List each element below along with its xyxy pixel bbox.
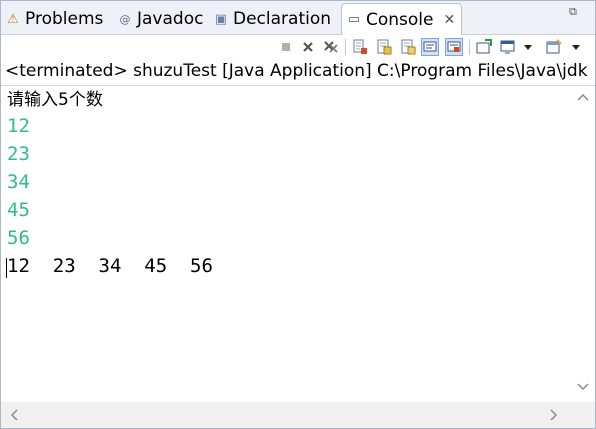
console-icon: ▭	[347, 12, 361, 27]
scroll-right-icon[interactable]	[549, 409, 559, 424]
tab-console[interactable]: ▭ Console ✕	[341, 3, 463, 35]
tab-label: Problems	[25, 9, 104, 29]
open-console-dropdown-icon[interactable]	[567, 38, 585, 56]
tab-javadoc[interactable]: @ Javadoc	[117, 5, 204, 33]
console-input-line: 34	[7, 171, 30, 193]
tab-declaration[interactable]: ▣ Declaration	[213, 5, 331, 33]
clear-console-icon[interactable]	[351, 38, 369, 56]
console-input-line: 45	[7, 199, 30, 221]
remove-launch-icon[interactable]	[299, 38, 317, 56]
console-view: ⚠ Problems @ Javadoc ▣ Declaration ▭ Con…	[0, 0, 596, 429]
tab-label: Console	[366, 9, 434, 30]
word-wrap-icon[interactable]	[399, 38, 417, 56]
problems-icon: ⚠	[7, 11, 19, 27]
view-tab-bar: ⚠ Problems @ Javadoc ▣ Declaration ▭ Con…	[1, 1, 595, 35]
open-console-icon[interactable]	[545, 38, 563, 56]
tab-label: Declaration	[233, 9, 332, 29]
scroll-lock-icon[interactable]	[375, 38, 393, 56]
tab-label: Javadoc	[137, 9, 204, 29]
close-icon[interactable]: ✕	[444, 12, 456, 28]
scroll-down-icon[interactable]	[577, 381, 589, 395]
tab-problems[interactable]: ⚠ Problems	[5, 5, 103, 33]
horizontal-scrollbar[interactable]	[1, 402, 571, 428]
divider	[1, 85, 595, 86]
console-output-line: 12 23 34 45 56	[7, 255, 213, 277]
console-input-line: 12	[7, 115, 30, 137]
console-prompt-line: 请输入5个数	[7, 90, 103, 110]
scroll-up-icon[interactable]	[577, 91, 589, 105]
scroll-left-icon[interactable]	[9, 409, 19, 424]
console-toolbar	[1, 35, 595, 59]
terminate-icon[interactable]	[277, 38, 295, 56]
maximize-icon[interactable]: ⧉	[569, 5, 577, 19]
remove-all-terminated-icon[interactable]	[322, 38, 340, 56]
pin-console-icon[interactable]	[475, 38, 493, 56]
text-caret	[6, 258, 7, 278]
console-input-line: 56	[7, 227, 30, 249]
show-on-error-icon[interactable]	[445, 38, 463, 56]
process-status-line: <terminated> shuzuTest [Java Application…	[5, 61, 588, 81]
display-console-icon[interactable]	[499, 38, 517, 56]
javadoc-icon: @	[119, 12, 131, 26]
scrollbar-corner	[571, 402, 595, 428]
show-on-output-icon[interactable]	[421, 38, 439, 56]
vertical-scrollbar[interactable]	[571, 87, 595, 402]
declaration-icon: ▣	[214, 11, 228, 27]
display-console-dropdown-icon[interactable]	[519, 38, 537, 56]
console-input-line: 23	[7, 143, 30, 165]
console-output[interactable]: 请输入5个数 12 23 34 45 56 12 23 34 45 56	[1, 87, 571, 402]
